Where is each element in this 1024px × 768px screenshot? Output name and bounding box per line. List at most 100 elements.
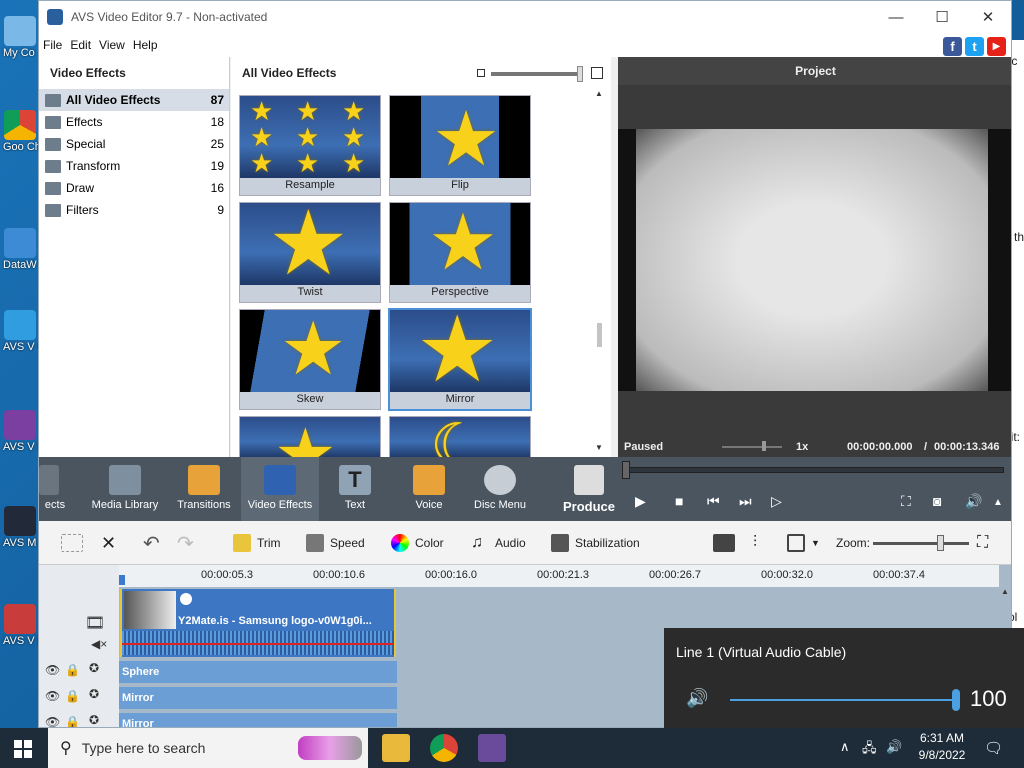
transition-icon[interactable] [180,593,192,605]
category-special[interactable]: Special 25 [39,133,229,155]
desktop-icon-chrome[interactable]: Goo Chro [0,110,51,154]
category-effects[interactable]: Effects 18 [39,111,229,133]
zoom-handle[interactable] [937,521,944,565]
fit-to-window-icon[interactable]: ⛶ [977,521,988,565]
menu-help[interactable]: Help [129,38,162,52]
desktop-icon-avs-remaker[interactable]: AVS V ReM [0,604,61,648]
youtube-icon[interactable]: ▶ [987,37,1006,56]
effect-row-mirror[interactable]: Mirror [119,687,397,709]
effect-row-sphere[interactable]: Sphere [119,661,397,683]
mute-icon[interactable]: ◀× [91,637,107,651]
color-button[interactable]: Color [391,521,444,565]
category-filters[interactable]: Filters 9 [39,199,229,221]
eye-icon[interactable]: 👁 [45,663,60,677]
tool-produce[interactable]: Produce [561,457,617,521]
desktop-icon-avs-converter[interactable]: AVS V Conv [0,310,63,354]
volume-slider-handle[interactable] [952,689,960,711]
eye-icon[interactable]: 👁 [45,689,60,703]
file-explorer-icon[interactable] [382,734,410,762]
split-icon[interactable] [713,521,741,565]
previous-frame-icon[interactable]: ⏮ [707,493,720,510]
audio-button[interactable]: ♫ Audio [471,521,526,565]
facebook-icon[interactable]: f [943,37,962,56]
close-button[interactable]: ✕ [965,1,1011,33]
desktop-icon-avs-editor[interactable]: AVS V Edi [0,410,54,454]
fullscreen-icon[interactable]: ⛶ [901,493,911,510]
desktop-icon-datawatch[interactable]: DataW [0,228,40,272]
notifications-icon[interactable]: 🗨 [984,739,1003,757]
effect-tile-partial[interactable]: ☾ [389,416,531,458]
effect-tile-mirror[interactable]: ★ Mirror [389,309,531,410]
speaker-icon[interactable]: 🔊 [686,688,708,709]
trim-button[interactable]: Trim [233,521,281,565]
time-ruler[interactable]: 00:00:05.3 00:00:10.6 00:00:16.0 00:00:2… [119,565,999,587]
tool-video-effects[interactable]: Video Effects [241,457,319,521]
lock-icon[interactable]: 🔒 [65,663,80,677]
scroll-up-icon[interactable]: ▲ [1001,587,1011,596]
next-frame-icon[interactable]: ⏭ [739,493,752,510]
storyboard-icon[interactable] [61,521,89,565]
video-clip[interactable]: Y2Mate.is - Samsung logo-v0W1g0i... [120,589,396,657]
zoom-slider[interactable] [873,521,969,565]
category-all-video-effects[interactable]: All Video Effects 87 [39,89,229,111]
eye-icon[interactable]: 👁 [45,715,60,727]
tool-text[interactable]: T Text [331,457,379,521]
delete-icon[interactable]: ✕ [101,521,116,565]
clock[interactable]: 6:31 AM 9/8/2022 [912,730,972,764]
maximize-button[interactable]: ☐ [919,1,965,33]
category-transform[interactable]: Transform 19 [39,155,229,177]
scroll-up-icon[interactable]: ▲ [595,89,603,98]
seek-handle[interactable] [622,461,630,479]
large-thumbnails-icon[interactable] [591,67,603,79]
speed-button[interactable]: Speed [306,521,365,565]
menu-edit[interactable]: Edit [66,38,95,52]
play-segment-icon[interactable]: ▷ [771,493,782,510]
chrome-taskbar-icon[interactable] [430,734,458,762]
tool-media-library[interactable]: Media Library [87,457,163,521]
volume-slider[interactable] [730,699,956,701]
scrollbar-thumb[interactable] [597,323,602,347]
menu-file[interactable]: File [39,38,66,52]
audio-device-name[interactable]: Line 1 (Virtual Audio Cable) [676,644,846,660]
scroll-down-icon[interactable]: ▼ [595,443,603,452]
effect-tile-twist[interactable]: ★ Twist [239,202,381,303]
desktop-icon-my-computer[interactable]: My Co [0,16,40,60]
network-icon[interactable]: 🖧 [862,739,877,761]
thumbnail-size-slider[interactable] [491,72,583,76]
windows-start-icon[interactable] [14,740,32,758]
lock-icon[interactable]: 🔒 [65,689,80,703]
volume-tray-icon[interactable]: 🔊 [886,739,902,755]
speed-slider[interactable] [722,446,782,448]
speed-slider-handle[interactable] [762,441,766,451]
stop-icon[interactable]: ■ [675,493,683,509]
playhead[interactable] [119,575,125,585]
chevron-up-icon[interactable]: ▲ [993,497,1003,508]
small-thumbnails-icon[interactable] [477,69,485,77]
gallery-scrollbar[interactable]: ▲ ▼ [595,89,605,453]
taskbar-search[interactable]: ⚲ Type here to search [48,728,368,768]
chevron-up-icon[interactable]: ∧ [840,739,850,755]
aspect-ratio-icon[interactable]: ▼ [787,521,820,565]
minimize-button[interactable]: — [873,1,919,33]
lock-icon[interactable]: 🔒 [65,715,80,727]
effect-tile-skew[interactable]: ★ Skew [239,309,381,410]
category-draw[interactable]: Draw 16 [39,177,229,199]
tool-voice[interactable]: Voice [405,457,453,521]
tool-effects-partial[interactable]: ects [39,457,71,521]
effect-tile-perspective[interactable]: ★ Perspective [389,202,531,303]
menu-view[interactable]: View [95,38,129,52]
effect-tile-resample[interactable]: ★ ★ ★ ★ ★ ★ ★ ★ ★ Resample [239,95,381,196]
seek-bar[interactable] [626,467,1004,473]
effect-tile-flip[interactable]: ★ Flip [389,95,531,196]
audio-mixer-icon[interactable]: ⫶ [753,521,757,565]
desktop-icon-avs-player[interactable]: AVS M Pla [0,506,55,550]
undo-icon[interactable]: ↶ [143,521,160,565]
slider-handle[interactable] [577,66,583,82]
effect-row-mirror[interactable]: Mirror [119,713,397,727]
twitter-icon[interactable]: t [965,37,984,56]
snapshot-icon[interactable]: ◙ [933,493,941,509]
avs-editor-taskbar-icon[interactable] [478,734,506,762]
redo-icon[interactable]: ↷ [177,521,194,565]
effect-tile-partial[interactable]: ★ [239,416,381,458]
play-icon[interactable]: ▶ [635,493,646,510]
